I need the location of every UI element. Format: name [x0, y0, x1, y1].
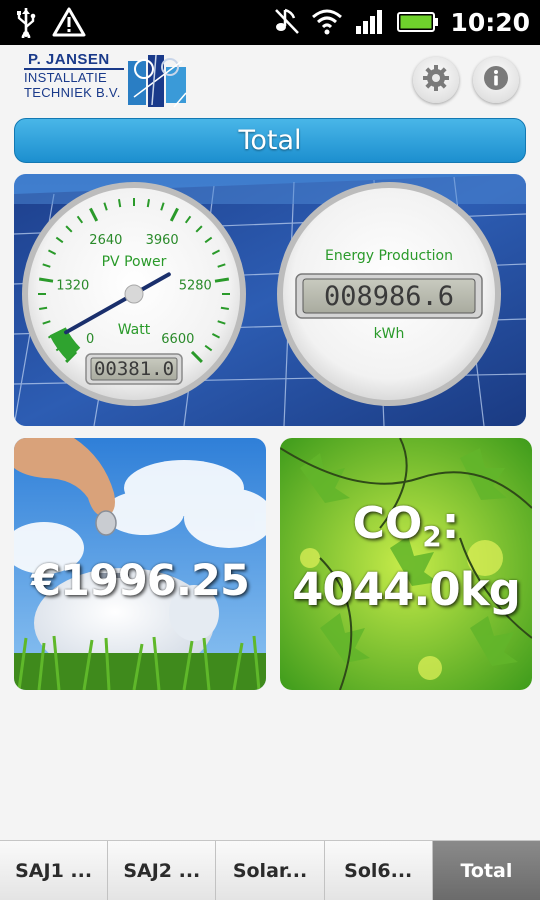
solar-gauge-panel: 0 1320 2640 3960 5280 6600 PV Power Watt…: [14, 174, 526, 426]
co2-label-suffix: :: [441, 498, 460, 549]
gauge-label: PV Power: [102, 254, 167, 270]
gauge-tick-label: 0: [86, 332, 94, 347]
co2-label-text: CO: [352, 498, 423, 549]
co2-amount: 4044.0kg: [292, 563, 521, 616]
mute-icon: [274, 6, 300, 40]
info-button[interactable]: [473, 57, 519, 103]
gauge-tick-label: 2640: [89, 233, 122, 248]
gauge-tick: [220, 306, 229, 311]
tab-solar[interactable]: Solar...: [216, 841, 325, 900]
gauge-tick-label: 1320: [56, 278, 89, 293]
power-lcd-display: 00381.0: [94, 358, 174, 380]
clock: 10:20: [450, 8, 530, 37]
gauge-tick-label: 3960: [146, 233, 179, 248]
co2-label: CO2:: [280, 498, 532, 553]
wifi-icon: [310, 6, 344, 40]
energy-unit: kWh: [374, 326, 405, 342]
logo-mark: [126, 53, 192, 113]
settings-button[interactable]: [413, 57, 459, 103]
logo-line-3: TECHNIEK B.V.: [24, 85, 121, 100]
savings-tile[interactable]: €1996.25: [14, 438, 266, 690]
signal-icon: [354, 6, 386, 40]
page-title: Total: [238, 125, 302, 156]
savings-amount: €1996.25: [31, 556, 250, 606]
page-title-bar: Total: [14, 118, 526, 163]
battery-icon: [396, 6, 440, 40]
gauge-tick: [117, 199, 122, 208]
warning-icon: [52, 7, 86, 41]
logo-line-1: P. JANSEN: [24, 51, 124, 70]
gauge-tick: [39, 306, 48, 311]
bottom-tab-bar: SAJ1 ... SAJ2 ... Solar... Sol6... Total: [0, 840, 540, 900]
info-icon: [482, 64, 510, 96]
energy-lcd-display: 008986.6: [324, 281, 454, 312]
gear-icon: [422, 64, 450, 96]
tab-total[interactable]: Total: [432, 841, 540, 900]
gauge-tick-label: 5280: [179, 278, 212, 293]
gauge-tick: [146, 199, 151, 208]
logo-line-2: INSTALLATIE: [24, 70, 108, 85]
gauge-tick-label: 6600: [161, 332, 194, 347]
co2-subscript: 2: [422, 520, 442, 553]
co2-tile[interactable]: CO2: 4044.0kg: [280, 438, 532, 690]
tab-sol6[interactable]: Sol6...: [324, 841, 433, 900]
tab-saj1[interactable]: SAJ1 ...: [0, 841, 109, 900]
pv-power-gauge: 0 1320 2640 3960 5280 6600 PV Power Watt…: [22, 182, 246, 406]
usb-icon: [14, 6, 38, 42]
energy-production-meter: Energy Production 008986.6 kWh: [277, 182, 501, 406]
app-header: P. JANSEN INSTALLATIE TECHNIEK B.V.: [0, 45, 540, 113]
tab-saj2[interactable]: SAJ2 ...: [108, 841, 217, 900]
solar-panel-graphic: 0 1320 2640 3960 5280 6600 PV Power Watt…: [14, 174, 526, 426]
gauge-unit: Watt: [118, 322, 151, 338]
energy-label: Energy Production: [325, 248, 453, 264]
status-bar: 10:20: [0, 0, 540, 45]
company-logo: P. JANSEN INSTALLATIE TECHNIEK B.V.: [24, 51, 194, 109]
